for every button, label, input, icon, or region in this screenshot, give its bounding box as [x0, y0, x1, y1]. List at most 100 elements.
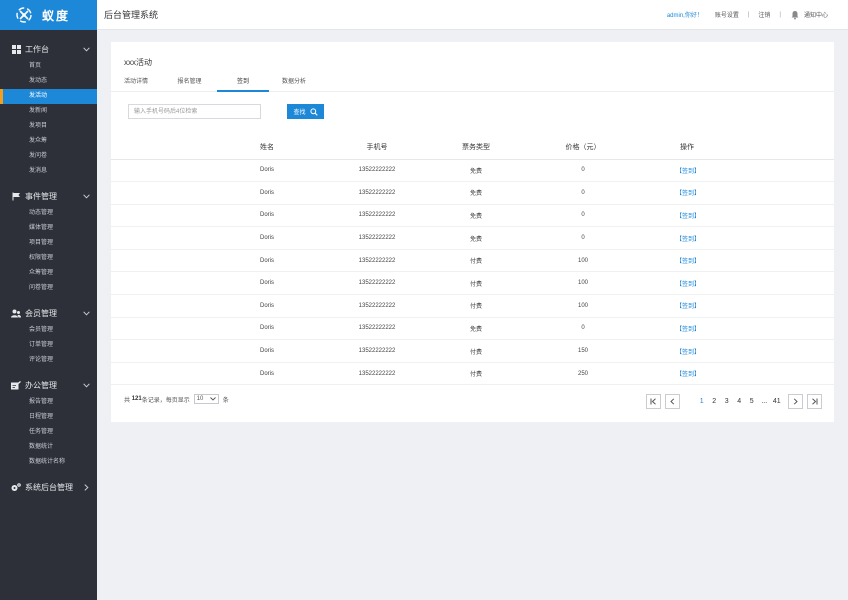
sidebar-group-title: 系统后台管理 — [25, 482, 73, 492]
checkin-link[interactable]: 【签到】 — [645, 362, 834, 386]
sidebar-group: 工作台首页 发动态 发活动 发新闻 发项目 发众筹 发问卷 发消息 — [0, 42, 97, 179]
brand-name: 蚁度 — [42, 8, 71, 23]
page-number[interactable]: 3 — [721, 398, 734, 405]
sidebar-group: 会员管理 会员管理 订单管理 评论管理 — [0, 306, 97, 368]
column-header-spacer — [111, 136, 211, 160]
tab-data-analysis[interactable]: 数据分析 — [269, 75, 319, 92]
sidebar-item[interactable]: 评论管理 — [0, 353, 97, 368]
sidebar-item[interactable]: 报告管理 — [0, 395, 97, 410]
chevron-down-icon — [82, 45, 90, 53]
cell-price: 250 — [521, 362, 645, 386]
cell-name: Doris — [211, 294, 323, 318]
pagination: 1 2 3 4 5... 41 — [644, 394, 825, 409]
sidebar-item[interactable]: 数据统计名称 — [0, 455, 97, 470]
checkin-link[interactable]: 【签到】 — [645, 339, 834, 363]
page-size-select[interactable]: 10 — [193, 394, 219, 404]
cell-price: 0 — [521, 181, 645, 205]
sidebar-group-header[interactable]: 工作台 — [0, 42, 97, 56]
checkin-link[interactable]: 【签到】 — [645, 204, 834, 228]
checkin-link[interactable]: 【签到】 — [645, 249, 834, 273]
sidebar-item[interactable]: 项目管理 — [0, 236, 97, 251]
cell-phone: 13522222222 — [323, 271, 431, 296]
tab-registration-management[interactable]: 报名管理 — [162, 75, 217, 92]
sidebar-group-header[interactable]: 事件管理 — [0, 189, 97, 203]
row-spacer — [111, 181, 211, 205]
sidebar-group-header[interactable]: 办公管理 — [0, 378, 97, 392]
sidebar-item[interactable]: 动态管理 — [0, 206, 97, 221]
sidebar-item[interactable]: 数据统计 — [0, 440, 97, 455]
column-header-name: 姓名 — [211, 136, 323, 160]
cell-ticket-type: 付费 — [431, 249, 521, 273]
cell-name: Doris — [211, 204, 323, 228]
column-header-action: 操作 — [645, 136, 834, 160]
first-page-button[interactable] — [645, 394, 661, 409]
column-header-ticket-type: 票务类型 — [431, 136, 521, 160]
row-spacer — [111, 294, 211, 318]
cell-ticket-type: 免费 — [431, 226, 521, 250]
logo-icon — [14, 5, 34, 25]
tab-check-in[interactable]: 签到 — [217, 75, 269, 92]
sidebar-item[interactable]: 权限管理 — [0, 251, 97, 266]
row-spacer — [111, 226, 211, 250]
bell-icon[interactable] — [790, 10, 800, 20]
checkin-link[interactable]: 【签到】 — [645, 226, 834, 250]
cell-phone: 13522222222 — [323, 294, 431, 318]
sidebar-item[interactable]: 问卷管理 — [0, 281, 97, 296]
chevron-right-icon — [82, 483, 90, 491]
sidebar-item[interactable]: 众筹管理 — [0, 266, 97, 281]
checkin-table: 姓名 手机号 票务类型 价格（元） 操作 Doris 13522222222 免费 0… — [111, 136, 834, 386]
account-settings-link[interactable]: 账号设置 — [715, 10, 739, 19]
page-number[interactable]: 1 — [696, 398, 709, 405]
cell-phone: 13522222222 — [323, 226, 431, 250]
page-number[interactable]: 4 — [733, 398, 746, 405]
user-greeting[interactable]: admin,你好！ — [667, 10, 703, 19]
sidebar-item[interactable]: 发消息 — [0, 164, 97, 179]
first-page-icon — [650, 398, 656, 405]
sidebar-group: 办公管理报告管理 日程管理 任务管理 数据统计 数据统计名称 — [0, 378, 97, 470]
sidebar: 蚁度 工作台首页 发动态 发活动 发新闻 发项目 发众筹 发问卷 发消息事件管理动态管理 媒体管… — [0, 0, 97, 600]
page-number[interactable]: 41 — [771, 398, 784, 405]
sidebar-item[interactable]: 发众筹 — [0, 134, 97, 149]
page-number[interactable]: 2 — [708, 398, 721, 405]
last-page-button[interactable] — [807, 394, 822, 409]
sidebar-item[interactable]: 发问卷 — [0, 149, 97, 164]
page-number[interactable]: 5 — [746, 398, 759, 405]
sidebar-item[interactable]: 日程管理 — [0, 410, 97, 425]
sidebar-item[interactable]: 任务管理 — [0, 425, 97, 440]
sidebar-item[interactable]: 发活动 — [0, 89, 97, 104]
checkin-link[interactable]: 【签到】 — [645, 159, 834, 183]
prev-page-button[interactable] — [664, 394, 680, 409]
column-header-phone: 手机号 — [323, 136, 431, 160]
sidebar-item[interactable]: 发新闻 — [0, 104, 97, 119]
search-button[interactable]: 查找 — [287, 104, 324, 119]
logout-link[interactable]: 注销 — [758, 10, 770, 19]
logo[interactable]: 蚁度 — [0, 0, 97, 30]
phone-search-input[interactable] — [128, 104, 261, 119]
chevron-down-icon — [82, 309, 90, 317]
notification-center-link[interactable]: 通知中心 — [804, 10, 828, 19]
checkin-link[interactable]: 【签到】 — [645, 271, 834, 296]
cell-phone: 13522222222 — [323, 317, 431, 341]
tab-bar: 活动详情 报名管理 签到 数据分析 — [111, 75, 319, 92]
table-header-row: 姓名 手机号 票务类型 价格（元） 操作 — [111, 136, 834, 160]
sidebar-group-header[interactable]: 系统后台管理 — [0, 480, 97, 494]
cell-name: Doris — [211, 271, 323, 296]
sidebar-item[interactable]: 订单管理 — [0, 338, 97, 353]
tab-activity-details[interactable]: 活动详情 — [111, 75, 162, 92]
table-row: Doris 13522222222 付费 100 【签到】 — [111, 294, 834, 318]
next-page-button[interactable] — [788, 394, 803, 409]
checkin-link[interactable]: 【签到】 — [645, 317, 834, 341]
cell-ticket-type: 付费 — [431, 294, 521, 318]
sidebar-item[interactable]: 媒体管理 — [0, 221, 97, 236]
sidebar-item[interactable]: 会员管理 — [0, 323, 97, 338]
flag-icon — [11, 191, 21, 201]
checkin-link[interactable]: 【签到】 — [645, 294, 834, 318]
cell-price: 0 — [521, 159, 645, 183]
sidebar-item[interactable]: 发动态 — [0, 74, 97, 89]
sidebar-group-header[interactable]: 会员管理 — [0, 306, 97, 320]
sidebar-item[interactable]: 发项目 — [0, 119, 97, 134]
cell-name: Doris — [211, 226, 323, 250]
sidebar-item[interactable]: 首页 — [0, 59, 97, 74]
table-row: Doris 13522222222 免费 0 【签到】 — [111, 317, 834, 341]
checkin-link[interactable]: 【签到】 — [645, 181, 834, 205]
